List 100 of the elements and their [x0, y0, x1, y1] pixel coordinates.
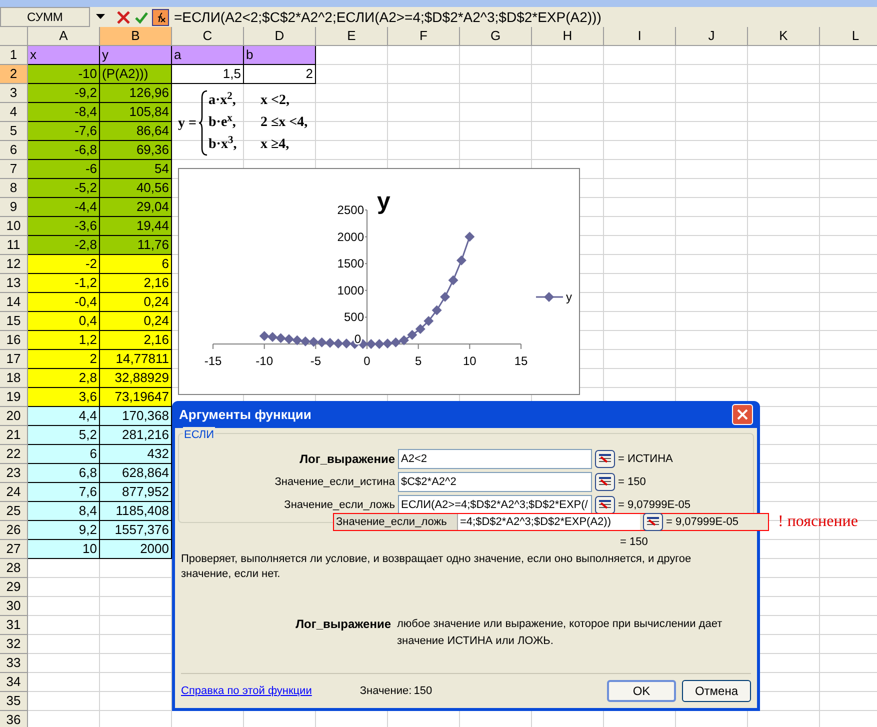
y-tick-label: 1000 [337, 283, 364, 298]
data-point [333, 338, 344, 348]
row-header[interactable]: 10 [0, 217, 28, 236]
row-header[interactable]: 35 [0, 692, 28, 711]
data-point [432, 305, 442, 316]
argument-field[interactable]: A2<2 [398, 449, 592, 469]
row-header[interactable]: 32 [0, 635, 28, 654]
data-point [366, 339, 376, 349]
insert-function-icon[interactable] [152, 8, 169, 26]
row-header[interactable]: 26 [0, 521, 28, 540]
row-header[interactable]: 9 [0, 198, 28, 217]
data-point [456, 255, 466, 266]
row-header[interactable]: 13 [0, 274, 28, 293]
row-header[interactable]: 11 [0, 236, 28, 255]
data-point [300, 336, 310, 346]
row-header[interactable]: 7 [0, 160, 28, 179]
argument-field[interactable]: ЕСЛИ(A2>=4;$D$2*A2^3;$D$2*EXP(/ [398, 495, 592, 515]
row-header[interactable]: 4 [0, 103, 28, 122]
row-header[interactable]: 24 [0, 483, 28, 502]
checkmark-icon[interactable] [135, 10, 148, 24]
argument-label: Значение_если_ложь [283, 498, 396, 513]
row-header[interactable]: 27 [0, 540, 28, 559]
row-header[interactable]: 23 [0, 464, 28, 483]
row-header[interactable]: 17 [0, 350, 28, 369]
table-cell: 7,6 [28, 483, 100, 502]
collapse-dialog-icon[interactable] [595, 496, 615, 514]
table-cell: 105,84 [100, 103, 172, 122]
dialog-button[interactable]: Отмена [682, 680, 751, 702]
row-header[interactable]: 8 [0, 179, 28, 198]
collapse-dialog-icon[interactable] [643, 513, 663, 531]
table-cell: 1,2 [28, 331, 100, 350]
column-header[interactable]: H [532, 27, 604, 45]
row-header[interactable]: 16 [0, 331, 28, 350]
data-point [308, 336, 319, 347]
row-header[interactable]: 1 [0, 46, 28, 65]
row-header[interactable]: 12 [0, 255, 28, 274]
row-header[interactable]: 22 [0, 445, 28, 464]
equation-condition: x <2, [260, 92, 290, 110]
table-cell: 11,76 [100, 236, 172, 255]
row-header[interactable]: 3 [0, 84, 28, 103]
row-header[interactable]: 15 [0, 312, 28, 331]
legend-label: y [566, 290, 572, 304]
data-point [382, 338, 393, 348]
row-header[interactable]: 25 [0, 502, 28, 521]
table-cell: 3,6 [28, 388, 100, 407]
row-header[interactable]: 34 [0, 673, 28, 692]
x-tick-label: -5 [310, 354, 321, 368]
row-header[interactable]: 19 [0, 388, 28, 407]
row-header[interactable]: 33 [0, 654, 28, 673]
cancel-icon[interactable] [117, 10, 130, 24]
column-header[interactable]: L [820, 27, 877, 45]
argument-field[interactable]: $C$2*A2^2 [398, 472, 592, 492]
column-header[interactable]: K [748, 27, 820, 45]
close-button[interactable] [732, 404, 753, 425]
row-header[interactable]: 28 [0, 559, 28, 578]
column-header[interactable]: D [244, 27, 316, 45]
row-header[interactable]: 18 [0, 369, 28, 388]
table-cell: 5,2 [28, 426, 100, 445]
row-header[interactable]: 31 [0, 616, 28, 635]
row-header[interactable]: 36 [0, 711, 28, 727]
row-header[interactable]: 5 [0, 122, 28, 141]
table-cell: 0,4 [28, 312, 100, 331]
table-cell: 0,24 [100, 312, 172, 331]
collapse-dialog-icon[interactable] [595, 450, 615, 468]
close-icon [737, 409, 748, 420]
name-box[interactable]: СУММ [0, 7, 90, 27]
dialog-title: Аргументы функции [179, 406, 312, 424]
table-cell: (P(A2))) [100, 65, 172, 84]
dropdown-arrow-icon[interactable] [96, 14, 105, 20]
column-header[interactable]: F [388, 27, 460, 45]
x-tick-label: 0 [364, 354, 370, 368]
table-cell: 281,216 [100, 426, 172, 445]
row-header[interactable]: 6 [0, 141, 28, 160]
callout-field[interactable]: =4;$D$2*A2^3;$D$2*EXP(A2)) [458, 514, 640, 530]
table-cell: -5,2 [28, 179, 100, 198]
data-point [424, 316, 434, 326]
table-cell: 29,04 [100, 198, 172, 217]
y-tick-label: 0 [354, 332, 361, 346]
table-cell: 6 [28, 445, 100, 464]
row-header[interactable]: 21 [0, 426, 28, 445]
help-link[interactable]: Справка по этой функции [181, 682, 312, 700]
column-header[interactable]: J [676, 27, 748, 45]
collapse-dialog-icon[interactable] [595, 473, 615, 491]
column-header[interactable]: C [172, 27, 244, 45]
formula-result: = 150 [620, 535, 649, 550]
row-header[interactable]: 2 [0, 65, 28, 84]
argument-result: = ИСТИНА [618, 452, 673, 467]
row-header[interactable]: 29 [0, 578, 28, 597]
column-header[interactable]: I [604, 27, 676, 45]
column-header[interactable]: G [460, 27, 532, 45]
x-tick-label: 5 [415, 354, 422, 368]
row-header[interactable]: 14 [0, 293, 28, 312]
formula-text[interactable]: =ЕСЛИ(A2<2;$C$2*A2^2;ЕСЛИ(A2>=4;$D$2*A2^3;$D$2*EXP(A2))) [174, 6, 602, 28]
row-header[interactable]: 30 [0, 597, 28, 616]
dialog-button[interactable]: OK [607, 680, 676, 702]
table-cell: 126,96 [100, 84, 172, 103]
column-header[interactable]: E [316, 27, 388, 45]
row-header[interactable]: 20 [0, 407, 28, 426]
argument-label: Лог_выражение [298, 451, 396, 468]
column-header[interactable]: B [100, 27, 172, 45]
